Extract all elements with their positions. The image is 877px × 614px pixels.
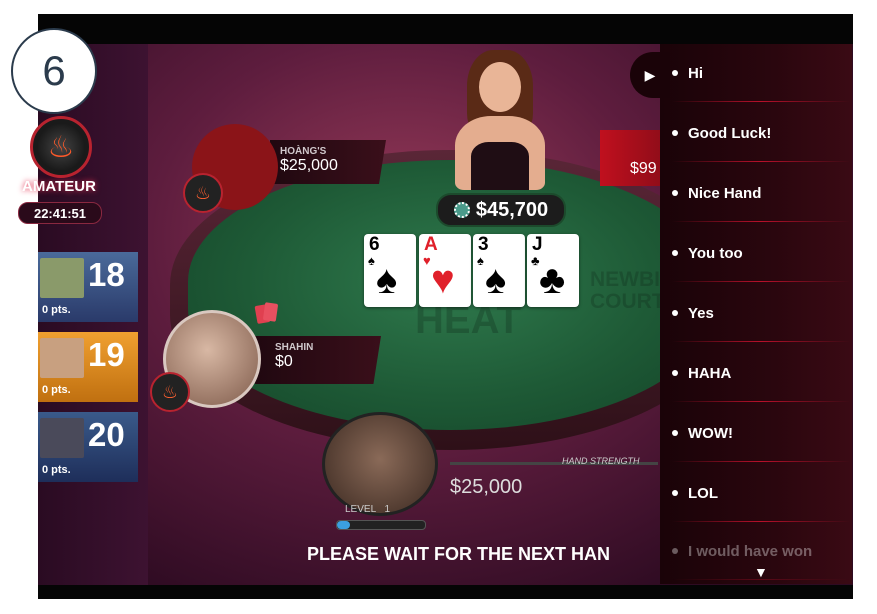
play-triangle-icon: ▶ — [644, 66, 656, 83]
community-card: J ♣ ♣ — [527, 234, 579, 307]
my-avatar[interactable] — [322, 412, 438, 516]
player-name: HOÀNG'S — [280, 146, 327, 157]
bullet-icon — [672, 70, 678, 76]
leaderboard-points: 0 pts. — [42, 304, 71, 316]
level-indicator: LEVEL 1 — [345, 504, 391, 515]
bullet-icon — [672, 310, 678, 316]
leaderboard-avatar — [40, 338, 84, 378]
chat-option[interactable]: I would have won — [672, 522, 850, 580]
table-watermark: COURT — [590, 290, 665, 313]
leaderboard-row[interactable]: 19 0 pts. — [38, 332, 138, 402]
leaderboard-position: 19 — [88, 336, 125, 373]
my-stack: $25,000 — [450, 476, 523, 498]
bullet-icon — [672, 548, 678, 554]
pot-display: $45,700 — [436, 193, 566, 227]
chat-option[interactable]: HAHA — [672, 344, 850, 402]
leaderboard-points: 0 pts. — [42, 464, 71, 476]
dealer-avatar — [445, 50, 555, 190]
bullet-icon — [672, 490, 678, 496]
xp-progress-bar — [336, 520, 426, 530]
bullet-icon — [672, 190, 678, 196]
xp-progress-fill — [337, 521, 351, 529]
leaderboard-row[interactable]: 18 0 pts. — [38, 252, 138, 322]
flame-guitar-icon: ♨ — [183, 173, 223, 213]
bullet-icon — [672, 250, 678, 256]
player-stack: $99 — [630, 160, 657, 177]
player-plate-shahin[interactable]: SHAHIN $0 — [255, 336, 381, 384]
bottom-letterbox — [38, 585, 853, 599]
chat-option[interactable]: Yes — [672, 284, 850, 342]
chat-option[interactable]: Hi — [672, 44, 850, 102]
leaderboard-row[interactable]: 20 0 pts. — [38, 412, 138, 482]
chat-option[interactable]: LOL — [672, 464, 850, 522]
leaderboard-position: 20 — [88, 416, 125, 453]
top-letterbox — [38, 14, 853, 44]
player-name: SHAHIN — [275, 342, 314, 353]
bullet-icon — [672, 130, 678, 136]
rank-timer: 22:41:51 — [18, 202, 102, 224]
chat-option[interactable]: WOW! — [672, 404, 850, 462]
flame-guitar-icon: ♨ — [30, 116, 92, 178]
chat-option[interactable]: Nice Hand — [672, 164, 850, 222]
table-watermark: NEWBI — [590, 268, 660, 291]
chat-option[interactable]: Good Luck! — [672, 104, 850, 162]
bullet-icon — [672, 430, 678, 436]
leaderboard-position: 18 — [88, 256, 125, 293]
bullet-icon — [672, 370, 678, 376]
leaderboard-points: 0 pts. — [42, 384, 71, 396]
step-number-badge: 6 — [11, 28, 97, 114]
rank-label: AMATEUR — [22, 178, 96, 195]
spade-icon: ♠ — [485, 258, 507, 302]
triangle-down-icon[interactable]: ▼ — [754, 564, 768, 580]
spade-icon: ♠ — [376, 258, 398, 302]
heart-icon: ♥ — [431, 258, 455, 302]
hand-strength-label: HAND STRENGTH — [562, 456, 640, 466]
chip-icon — [453, 202, 470, 218]
player-stack: $0 — [275, 353, 293, 370]
pot-amount: $45,700 — [475, 198, 549, 221]
leaderboard-avatar — [40, 258, 84, 298]
status-message: PLEASE WAIT FOR THE NEXT HAN — [307, 544, 611, 564]
rank-badge[interactable]: ♨ AMATEUR 22:41:51 — [8, 108, 110, 234]
flame-guitar-icon: ♨ — [150, 372, 190, 412]
club-icon: ♣ — [539, 258, 566, 302]
leaderboard-avatar — [40, 418, 84, 458]
player-stack: $25,000 — [280, 157, 338, 174]
chat-option[interactable]: You too — [672, 224, 850, 282]
chat-toggle-button[interactable]: ▶ — [630, 52, 670, 98]
community-card: A ♥ ♥ — [419, 234, 471, 307]
community-card: 6 ♠ ♠ — [364, 234, 416, 307]
community-card: 3 ♠ ♠ — [473, 234, 525, 307]
card-back-icon — [262, 302, 279, 322]
player-plate-hoang[interactable]: HOÀNG'S $25,000 — [270, 140, 386, 184]
